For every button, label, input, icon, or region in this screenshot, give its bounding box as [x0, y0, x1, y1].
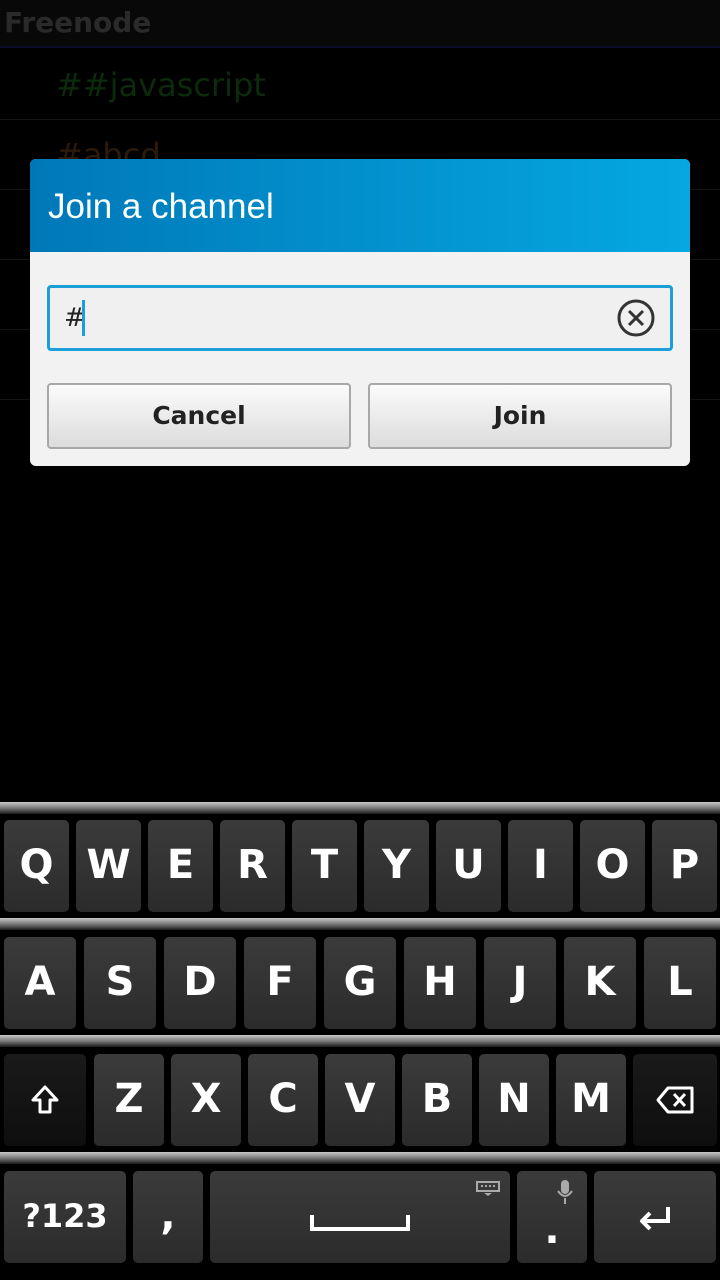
key-t[interactable]: T [292, 820, 357, 912]
key-j[interactable]: J [484, 937, 556, 1029]
key-q[interactable]: Q [4, 820, 69, 912]
channel-name-input[interactable] [64, 300, 584, 336]
key-k[interactable]: K [564, 937, 636, 1029]
dialog-header: Join a channel [30, 159, 690, 252]
join-button[interactable]: Join [368, 383, 672, 449]
key-r[interactable]: R [220, 820, 285, 912]
key-g[interactable]: G [324, 937, 396, 1029]
key-l[interactable]: L [644, 937, 716, 1029]
key-s[interactable]: S [84, 937, 156, 1029]
key-y[interactable]: Y [364, 820, 429, 912]
key-h[interactable]: H [404, 937, 476, 1029]
join-channel-dialog: Join a channel Cancel Join [30, 159, 690, 466]
channel-input-box[interactable] [47, 285, 673, 351]
period-key-label: . [544, 1207, 560, 1253]
key-a[interactable]: A [4, 937, 76, 1029]
account-title: Freenode [4, 6, 152, 39]
keyboard-row-separator [0, 1035, 720, 1047]
key-o[interactable]: O [580, 820, 645, 912]
keyboard-row-separator [0, 802, 720, 814]
period-key[interactable]: . [517, 1171, 587, 1263]
channel-row[interactable]: ##javascript [0, 50, 720, 120]
key-x[interactable]: X [171, 1054, 241, 1146]
key-w[interactable]: W [76, 820, 141, 912]
backspace-icon [656, 1086, 694, 1114]
clear-text-icon[interactable] [616, 298, 656, 338]
dialog-title: Join a channel [48, 187, 274, 226]
space-key[interactable] [210, 1171, 510, 1263]
comma-key[interactable]: , [133, 1171, 203, 1263]
text-caret [82, 300, 85, 336]
cancel-button[interactable]: Cancel [47, 383, 351, 449]
key-b[interactable]: B [402, 1054, 472, 1146]
key-v[interactable]: V [325, 1054, 395, 1146]
enter-key[interactable] [594, 1171, 716, 1263]
key-m[interactable]: M [556, 1054, 626, 1146]
key-n[interactable]: N [479, 1054, 549, 1146]
key-f[interactable]: F [244, 937, 316, 1029]
key-z[interactable]: Z [94, 1054, 164, 1146]
keyboard-row-separator [0, 1152, 720, 1164]
account-header: Freenode [0, 0, 720, 48]
shift-key[interactable] [4, 1054, 86, 1146]
enter-icon [640, 1207, 670, 1231]
keyboard-row-separator [0, 918, 720, 930]
symbols-key[interactable]: ?123 [4, 1171, 126, 1263]
key-i[interactable]: I [508, 820, 573, 912]
keyboard-icon [476, 1181, 500, 1196]
backspace-key[interactable] [633, 1054, 717, 1146]
channel-row-label: ##javascript [56, 66, 266, 104]
key-p[interactable]: P [652, 820, 717, 912]
space-icon [310, 1215, 410, 1231]
shift-icon [31, 1085, 59, 1114]
key-c[interactable]: C [248, 1054, 318, 1146]
key-d[interactable]: D [164, 937, 236, 1029]
key-e[interactable]: E [148, 820, 213, 912]
key-u[interactable]: U [436, 820, 501, 912]
virtual-keyboard: Q W E R T Y U I O P A S D F G H J K L Z … [0, 800, 720, 1280]
